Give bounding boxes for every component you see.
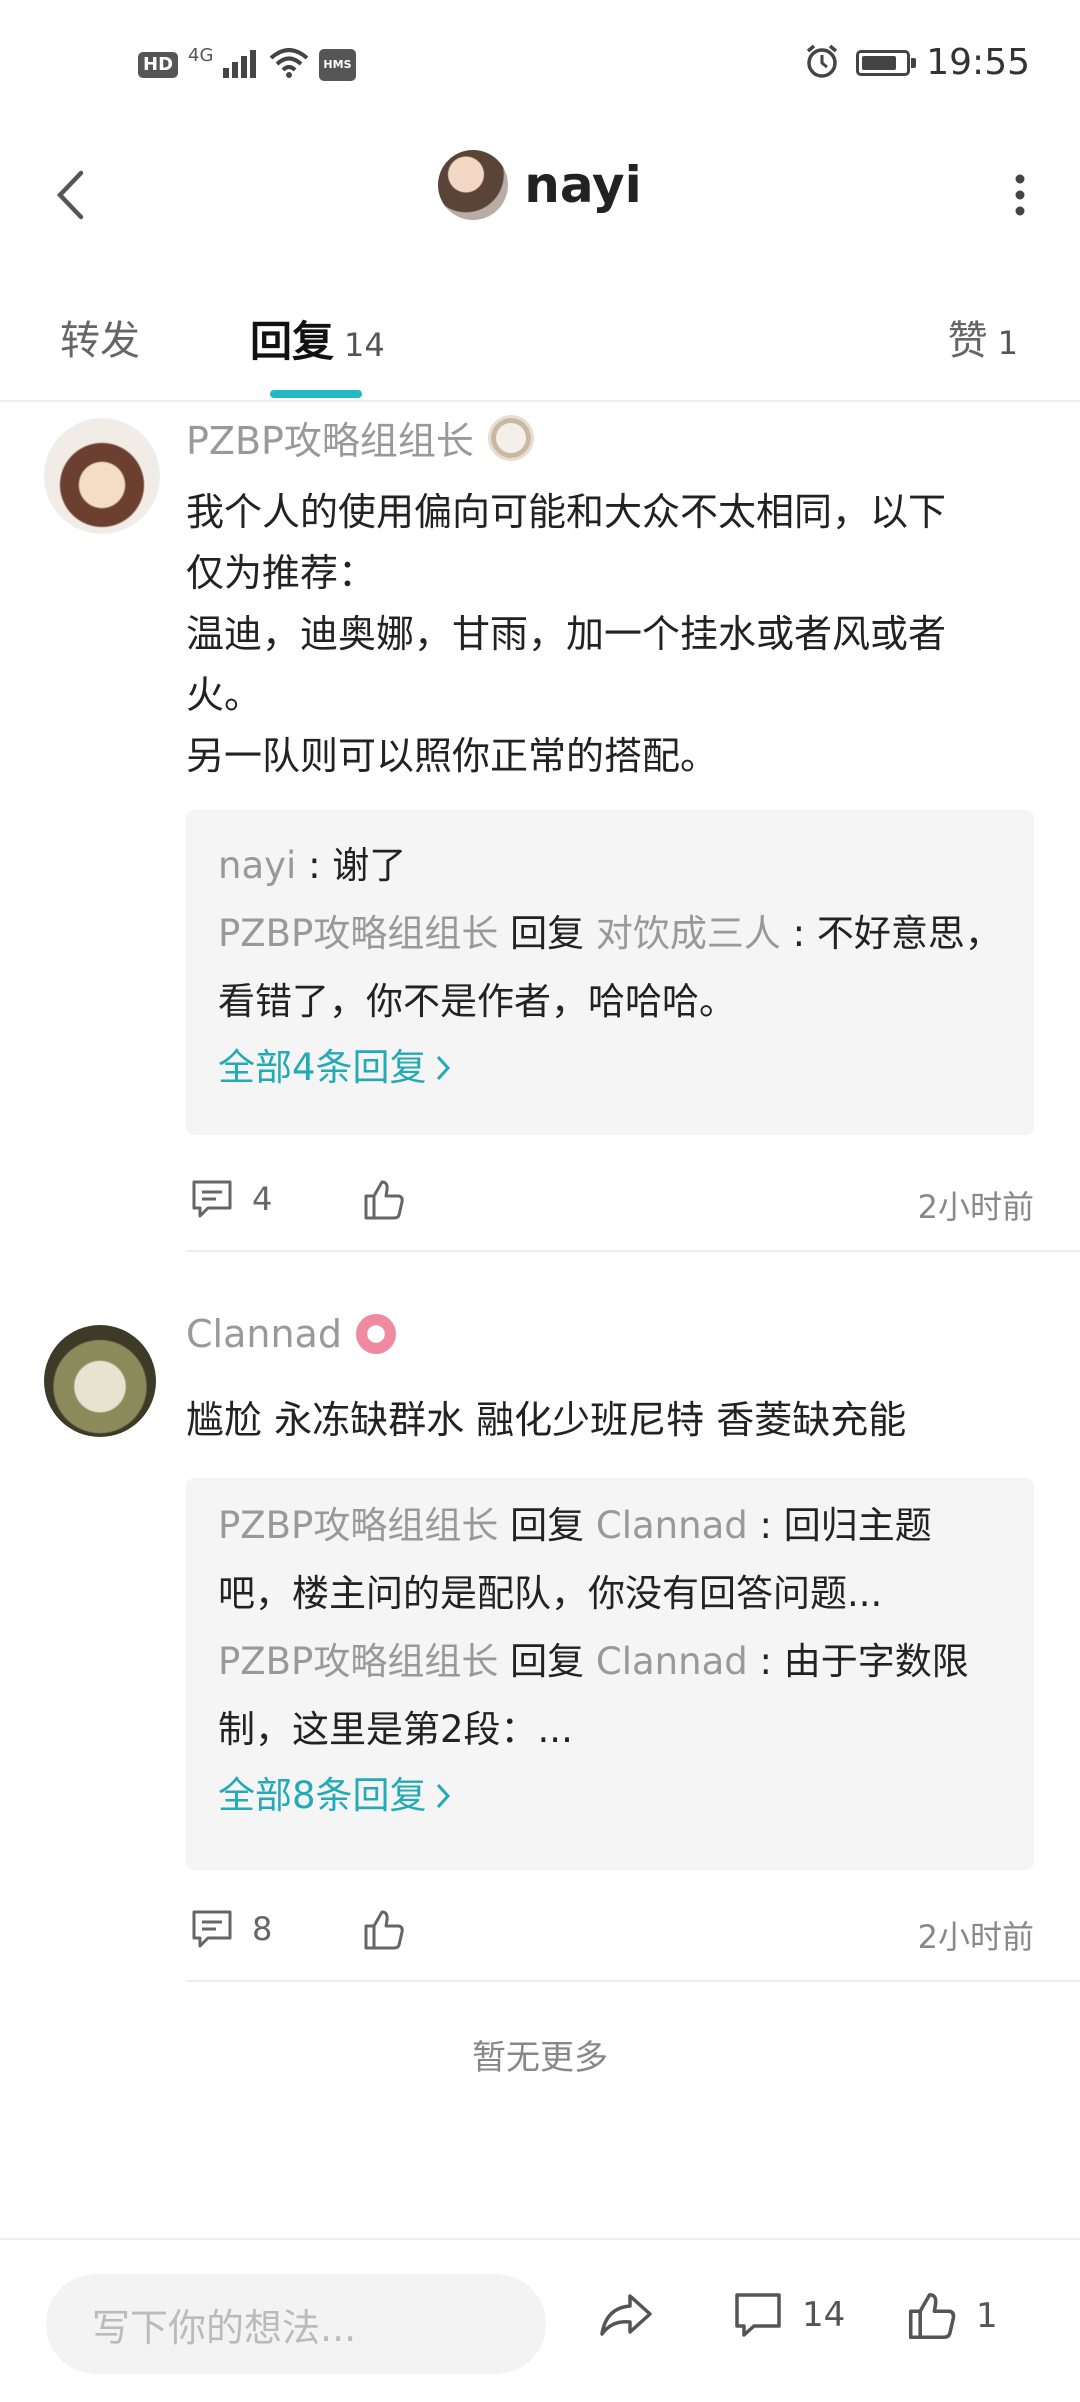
commenter-avatar[interactable]	[44, 418, 160, 534]
tab-bar: 转发 回复 14 赞 1	[0, 290, 1080, 402]
commenter-name[interactable]: Clannad	[186, 1312, 342, 1356]
chevron-right-icon	[436, 1055, 450, 1081]
reply-to[interactable]: Clannad	[596, 1504, 748, 1547]
thumbs-up-icon	[364, 1180, 404, 1220]
tab-likes-label: 赞	[947, 318, 988, 364]
status-left: HD 4G HMS	[138, 44, 356, 82]
network-type: 4G	[188, 44, 214, 66]
status-bar: HD 4G HMS 19:55	[0, 0, 1080, 130]
bottom-action-bar: 写下你的想法... 14 1	[0, 2238, 1080, 2402]
comments-count: 14	[802, 2295, 846, 2335]
comment-time: 2小时前	[917, 1188, 1034, 1226]
commenter-name-row: Clannad	[186, 1312, 396, 1356]
tab-likes-count: 1	[997, 324, 1018, 362]
likes-count: 1	[976, 2296, 998, 2336]
all-replies-link[interactable]: 全部4条回复	[218, 1036, 1002, 1100]
header-user[interactable]: nayi	[0, 150, 1080, 220]
hd-badge: HD	[138, 52, 179, 78]
comment-icon	[735, 2293, 781, 2337]
tab-replies-count: 14	[344, 326, 385, 364]
more-vertical-icon	[1015, 174, 1025, 216]
reply-from[interactable]: PZBP攻略组组长	[218, 912, 498, 955]
comment-text: 尴尬 永冻缺群水 融化少班尼特 香菱缺充能	[186, 1398, 907, 1442]
comment-actions: 4 2小时前	[186, 1170, 1034, 1230]
thumbs-up-icon	[364, 1910, 404, 1950]
reply-line: PZBP攻略组组长 回复 对饮成三人 : 不好意思，看错了，你不是作者，哈哈哈。	[218, 900, 1002, 1036]
comment-input[interactable]: 写下你的想法...	[46, 2274, 546, 2374]
no-more-label: 暂无更多	[472, 2038, 608, 2078]
commenter-name[interactable]: PZBP攻略组组长	[186, 410, 474, 465]
commenter-name-row: PZBP攻略组组长	[186, 410, 534, 465]
all-replies-label: 全部8条回复	[218, 1774, 427, 1817]
top-app-bar: nayi	[0, 130, 1080, 260]
reply-count: 8	[252, 1910, 273, 1948]
reply-line: PZBP攻略组组长 回复 Clannad : 由于字数限制，这里是第2段：...	[218, 1628, 1002, 1764]
like-post-button[interactable]: 1	[906, 2290, 998, 2342]
comment-time: 2小时前	[917, 1918, 1034, 1956]
reply-verb: 回复	[498, 1504, 596, 1547]
all-replies-label: 全部4条回复	[218, 1046, 427, 1089]
tab-active-indicator	[270, 390, 362, 398]
comment-actions: 8 2小时前	[186, 1900, 1034, 1960]
thumbs-up-icon	[908, 2292, 956, 2340]
divider	[186, 1980, 1080, 1982]
user-badge-icon	[487, 414, 534, 461]
tab-forward[interactable]: 转发	[60, 308, 140, 366]
share-button[interactable]	[598, 2290, 654, 2340]
tab-forward-label: 转发	[60, 318, 140, 364]
tab-replies-label: 回复	[250, 317, 335, 366]
user-badge-icon	[355, 1314, 396, 1354]
wifi-icon	[269, 48, 309, 82]
reply-preview-box[interactable]: nayi : 谢了 PZBP攻略组组长 回复 对饮成三人 : 不好意思，看错了，…	[186, 810, 1034, 1135]
comment-icon	[192, 1180, 232, 1218]
tab-replies[interactable]: 回复 14	[250, 308, 385, 369]
all-replies-link[interactable]: 全部8条回复	[218, 1764, 1002, 1828]
clock: 19:55	[926, 42, 1030, 83]
reply-verb: 回复	[498, 912, 596, 955]
alarm-icon	[804, 43, 840, 83]
like-button[interactable]	[362, 1908, 406, 1952]
reply-to[interactable]: 对饮成三人	[596, 912, 781, 955]
reply-preview-box[interactable]: PZBP攻略组组长 回复 Clannad : 回归主题吧，楼主问的是配队，你没有…	[186, 1478, 1034, 1870]
hms-badge: HMS	[319, 49, 356, 81]
page-title: nayi	[524, 156, 642, 214]
reply-line: PZBP攻略组组长 回复 Clannad : 回归主题吧，楼主问的是配队，你没有…	[218, 1492, 1002, 1628]
reply-button[interactable]: 4	[190, 1178, 272, 1220]
status-right: 19:55	[804, 42, 1030, 83]
user-avatar[interactable]	[438, 150, 509, 220]
tab-likes[interactable]: 赞 1	[948, 308, 1018, 366]
comment-text: 我个人的使用偏向可能和大众不太相同，以下 仅为推荐： 温迪，迪奥娜，甘雨，加一个…	[186, 490, 947, 778]
like-button[interactable]	[362, 1178, 406, 1222]
reply-to[interactable]: Clannad	[596, 1640, 748, 1683]
reply-from[interactable]: PZBP攻略组组长	[218, 1504, 498, 1547]
more-options-button[interactable]	[990, 160, 1050, 230]
reply-verb: 回复	[498, 1640, 596, 1683]
signal-icon	[223, 48, 259, 82]
commenter-avatar[interactable]	[44, 1325, 156, 1437]
reply-count: 4	[252, 1180, 273, 1218]
reply-text: : 谢了	[296, 844, 407, 887]
reply-from[interactable]: nayi	[218, 844, 296, 887]
reply-from[interactable]: PZBP攻略组组长	[218, 1640, 498, 1683]
reply-line: nayi : 谢了	[218, 832, 1002, 900]
reply-button[interactable]: 8	[190, 1908, 272, 1950]
comment-icon	[192, 1910, 232, 1948]
battery-icon	[856, 49, 917, 76]
comments-button[interactable]: 14	[732, 2290, 845, 2340]
divider	[186, 1250, 1080, 1252]
chevron-right-icon	[436, 1783, 450, 1809]
share-icon	[600, 2294, 652, 2336]
